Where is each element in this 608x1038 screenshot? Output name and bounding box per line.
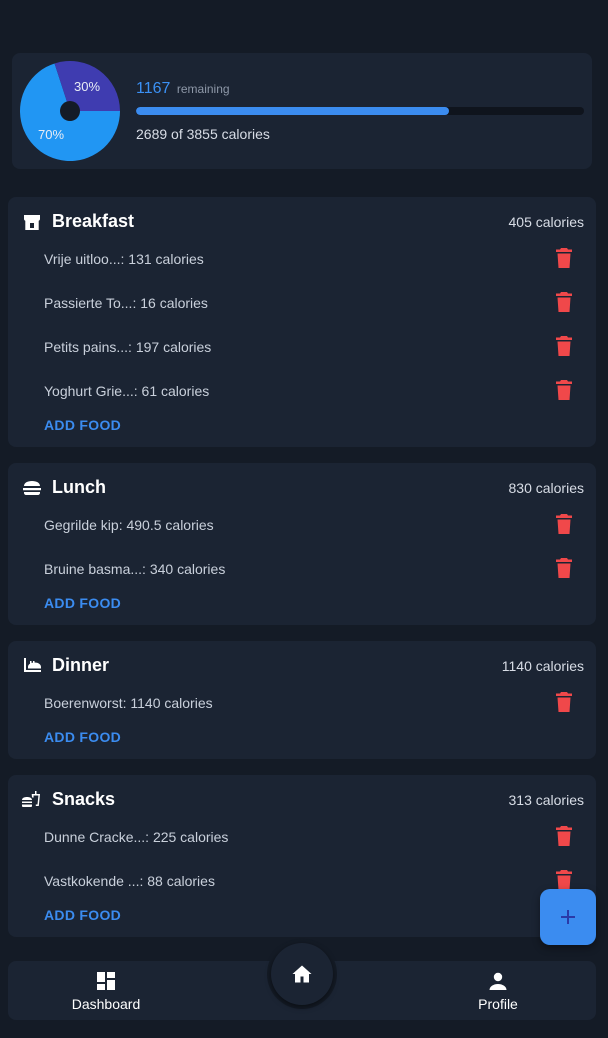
add-food-button-dinner[interactable]: ADD FOOD [44,729,121,745]
food-item: Boerenworst: 1140 calories [8,689,596,717]
dinner-icon [22,656,42,676]
meal-calories: 313 calories [508,792,585,808]
nav-profile-label: Profile [478,996,518,1012]
food-item-label: Dunne Cracke...: 225 calories [44,829,229,845]
meal-title: Dinner [52,655,110,675]
person-icon [488,971,508,991]
calorie-progress-fill [136,107,449,115]
trash-icon [556,692,572,712]
delete-food-button[interactable] [556,558,572,578]
food-item-label: Petits pains...: 197 calories [44,339,212,355]
food-item: Petits pains...: 197 calories [8,333,596,361]
remaining-calories: 1167 remaining [136,80,230,100]
meal-header-lunch: Lunch 830 calories [8,463,596,511]
meal-title: Snacks [52,789,116,809]
meal-header-dinner: Dinner 1140 calories [8,641,596,689]
delete-food-button[interactable] [556,826,572,846]
trash-icon [556,380,572,400]
meal-card-snacks: Snacks 313 calories Dunne Cracke...: 225… [8,775,596,937]
delete-food-button[interactable] [556,870,572,890]
meal-calories: 830 calories [508,480,585,496]
food-item-label: Gegrilde kip: 490.5 calories [44,517,214,533]
app-root: 70% 30% 1167 remaining 2689 of 3855 calo… [0,0,608,1038]
calorie-summary-card: 70% 30% 1167 remaining 2689 of 3855 calo… [12,53,592,169]
calorie-progress-bar [136,107,584,115]
add-fab-button[interactable] [540,889,596,945]
plus-icon [561,910,575,924]
burger-icon [22,478,42,498]
trash-icon [556,248,572,268]
delete-food-button[interactable] [556,336,572,356]
remaining-value: 1167 [136,80,171,97]
food-item: Dunne Cracke...: 225 calories [8,823,596,851]
trash-icon [556,870,572,890]
dashboard-icon [96,971,116,991]
home-button-ring [267,939,337,1009]
meal-calories: 405 calories [508,214,585,230]
trash-icon [556,514,572,534]
pie-label-70: 70% [38,127,64,142]
meal-header-snacks: Snacks 313 calories [8,775,596,823]
trash-icon [556,826,572,846]
meal-card-breakfast: Breakfast 405 calories Vrije uitloo...: … [8,197,596,447]
delete-food-button[interactable] [556,692,572,712]
meal-header-breakfast: Breakfast 405 calories [8,197,596,245]
consumed-calories-text: 2689 of 3855 calories [136,126,270,142]
meal-title: Lunch [52,477,106,497]
add-food-button-breakfast[interactable]: ADD FOOD [44,417,121,433]
remaining-label: remaining [176,82,230,96]
food-item-label: Vrije uitloo...: 131 calories [44,251,204,267]
food-item: Yoghurt Grie...: 61 calories [8,377,596,405]
pie-svg: 70% 30% [20,61,120,161]
food-item-label: Passierte To...: 16 calories [44,295,208,311]
nav-dashboard-label: Dashboard [71,996,141,1012]
pie-center-dot [60,101,80,121]
delete-food-button[interactable] [556,248,572,268]
nav-dashboard[interactable]: Dashboard [46,961,166,1020]
add-food-button-lunch[interactable]: ADD FOOD [44,595,121,611]
meal-title: Breakfast [52,211,135,231]
nav-profile[interactable]: Profile [438,961,558,1020]
food-item: Vrije uitloo...: 131 calories [8,245,596,273]
food-item: Gegrilde kip: 490.5 calories [8,511,596,539]
pie-label-30: 30% [74,79,100,94]
food-item: Passierte To...: 16 calories [8,289,596,317]
home-icon [292,965,312,983]
trash-icon [556,336,572,356]
macro-pie-chart: 70% 30% [20,61,120,161]
food-item-label: Vastkokende ...: 88 calories [44,873,215,889]
bakery-icon [22,212,42,232]
meal-card-lunch: Lunch 830 calories Gegrilde kip: 490.5 c… [8,463,596,625]
add-food-button-snacks[interactable]: ADD FOOD [44,907,121,923]
delete-food-button[interactable] [556,380,572,400]
meal-calories: 1140 calories [501,658,584,674]
trash-icon [556,558,572,578]
food-item: Vastkokende ...: 88 calories [8,867,596,895]
food-item: Bruine basma...: 340 calories [8,555,596,583]
food-item-label: Boerenworst: 1140 calories [44,695,213,711]
home-button[interactable] [271,943,333,1005]
trash-icon [556,292,572,312]
delete-food-button[interactable] [556,292,572,312]
food-item-label: Yoghurt Grie...: 61 calories [44,383,210,399]
delete-food-button[interactable] [556,514,572,534]
food-item-label: Bruine basma...: 340 calories [44,561,226,577]
meal-card-dinner: Dinner 1140 calories Boerenworst: 1140 c… [8,641,596,759]
fastfood-icon [22,790,42,810]
